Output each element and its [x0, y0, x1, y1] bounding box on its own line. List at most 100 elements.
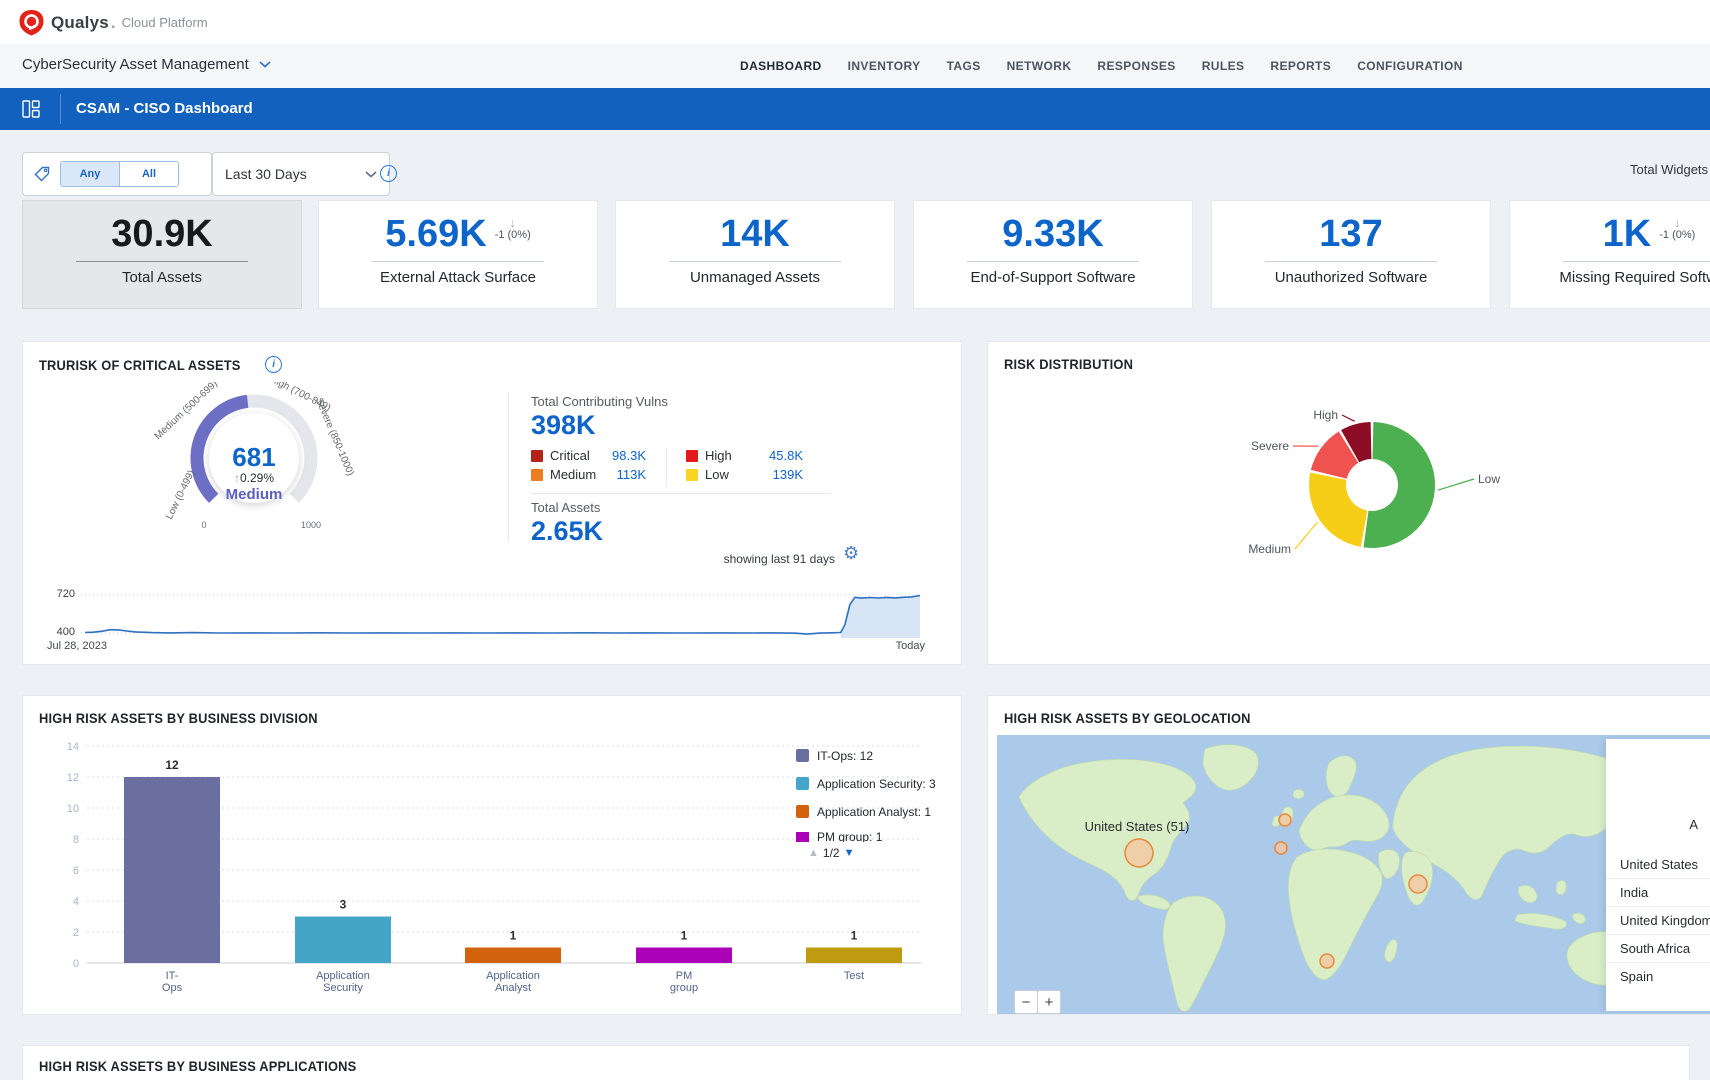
showing-days-note: showing last 91 days [663, 552, 835, 566]
info-icon[interactable]: i [265, 356, 282, 373]
trend-start-date: Jul 28, 2023 [47, 640, 107, 652]
kpi-divider [669, 261, 841, 262]
world-map[interactable]: United States (51) [997, 735, 1710, 1015]
brand-name: Qualys [51, 13, 109, 33]
donut-slice-Low[interactable] [1364, 422, 1435, 548]
svg-text:6: 6 [73, 865, 79, 877]
bar-ApplicationSecurity[interactable] [295, 917, 391, 964]
tab-reports[interactable]: REPORTS [1270, 59, 1331, 73]
legend-swatch [796, 749, 809, 762]
legend-item-clipped[interactable]: PM group: 1 [796, 832, 962, 842]
svg-text:12: 12 [165, 758, 179, 772]
map-bubble-United Kingdom[interactable] [1279, 814, 1291, 826]
qualys-logo-icon [18, 9, 45, 36]
svg-text:Medium: Medium [226, 486, 283, 503]
kpi-value: 9.33K [1002, 214, 1103, 254]
tab-network[interactable]: NETWORK [1007, 59, 1072, 73]
legend-pagination: ▲ 1/2 ▼ [796, 846, 962, 860]
bar-Test[interactable] [806, 948, 902, 964]
legend-swatch [796, 777, 809, 790]
critical-value[interactable]: 98.3K [581, 448, 646, 463]
risk-distribution-donut: LowMediumSevereHigh [1208, 367, 1638, 637]
bar-legend: IT-Ops: 12 Application Security: 3 Appli… [796, 748, 962, 860]
high-value[interactable]: 45.8K [738, 448, 803, 463]
tag-match-all-button[interactable]: All [119, 162, 178, 186]
kpi-label: End-of-Support Software [914, 269, 1192, 286]
svg-text:0: 0 [73, 958, 79, 970]
kpi-external-attack-surface[interactable]: 5.69K ↓-1 (0%) External Attack Surface [318, 200, 598, 309]
date-range-value: Last 30 Days [225, 166, 307, 182]
kpi-label: Unauthorized Software [1212, 269, 1490, 286]
date-range-select[interactable]: Last 30 Days [212, 152, 390, 196]
legend-swatch [796, 805, 809, 818]
date-info-icon[interactable]: i [380, 165, 397, 182]
map-bubble-United States[interactable] [1125, 839, 1153, 867]
kpi-total-assets[interactable]: 30.9K Total Assets [22, 200, 302, 309]
map-zoom-in-button[interactable]: + [1037, 990, 1061, 1014]
legend-item[interactable]: Application Security: 3 [796, 776, 962, 791]
widget-title: TRURISK OF CRITICAL ASSETS [39, 357, 241, 373]
tag-match-any-button[interactable]: Any [61, 162, 119, 186]
donut-slice-Medium[interactable] [1309, 473, 1367, 547]
map-bubble-Spain[interactable] [1275, 842, 1287, 854]
country-row[interactable]: Spain [1606, 963, 1710, 990]
module-picker[interactable]: CyberSecurity Asset Management [22, 56, 271, 73]
kpi-label: Unmanaged Assets [616, 269, 894, 286]
widget-title: HIGH RISK ASSETS BY GEOLOCATION [1004, 710, 1251, 726]
kpi-divider [76, 261, 248, 262]
widget-high-risk-by-business-applications: HIGH RISK ASSETS BY BUSINESS APPLICATION… [22, 1045, 1690, 1080]
high-label: High [705, 448, 732, 463]
total-assets-value: 2.65K [531, 516, 603, 547]
kpi-divider [967, 261, 1139, 262]
page-up-icon[interactable]: ▲ [808, 847, 819, 859]
map-zoom-out-button[interactable]: − [1014, 990, 1038, 1014]
stats-hdivider [531, 493, 831, 494]
gear-icon[interactable]: ⚙ [843, 543, 859, 564]
country-row[interactable]: United Kingdom [1606, 907, 1710, 935]
tab-rules[interactable]: RULES [1202, 59, 1245, 73]
legend-item[interactable]: Application Analyst: 1 [796, 804, 962, 819]
vulns-label: Total Contributing Vulns [531, 394, 668, 409]
map-bubble-South Africa[interactable] [1320, 954, 1334, 968]
trurisk-trend-chart [37, 582, 943, 642]
map-bubble-India[interactable] [1409, 875, 1427, 893]
tab-tags[interactable]: TAGS [947, 59, 981, 73]
country-row[interactable]: South Africa [1606, 935, 1710, 963]
nav-tabs: DASHBOARD INVENTORY TAGS NETWORK RESPONS… [740, 44, 1463, 88]
kpi-end-of-support-software[interactable]: 9.33K End-of-Support Software [913, 200, 1193, 309]
kpi-missing-required-software[interactable]: 1K ↓-1 (0%) Missing Required Software [1509, 200, 1710, 309]
dashboard-grid-icon[interactable] [22, 100, 40, 118]
widget-title: HIGH RISK ASSETS BY BUSINESS DIVISION [39, 710, 318, 726]
page-down-icon[interactable]: ▼ [844, 847, 855, 859]
medium-value[interactable]: 113K [581, 467, 646, 482]
tab-inventory[interactable]: INVENTORY [848, 59, 921, 73]
country-row[interactable]: India [1606, 879, 1710, 907]
geo-panel-column-header: A [1606, 817, 1710, 837]
svg-text:1: 1 [681, 929, 688, 943]
svg-text:10: 10 [67, 803, 79, 815]
appbar-separator [60, 94, 61, 124]
bar-ApplicationAnalyst[interactable] [465, 948, 561, 964]
kpi-unmanaged-assets[interactable]: 14K Unmanaged Assets [615, 200, 895, 309]
widget-high-risk-by-business-division: HIGH RISK ASSETS BY BUSINESS DIVISION 02… [22, 695, 962, 1015]
svg-text:ApplicationSecurity: ApplicationSecurity [316, 970, 370, 994]
svg-text:PMgroup: PMgroup [670, 970, 698, 994]
legend-divider [666, 448, 667, 486]
svg-text:Medium: Medium [1248, 542, 1291, 556]
svg-text:High: High [1313, 408, 1338, 422]
trurisk-gauge: 681↑0.29%Medium01000Low (0-499)Medium (5… [103, 382, 403, 582]
brand-dot: . [111, 13, 116, 33]
bar-PMgroup[interactable] [636, 948, 732, 964]
low-value[interactable]: 139K [738, 467, 803, 482]
tab-dashboard[interactable]: DASHBOARD [740, 59, 822, 73]
tab-configuration[interactable]: CONFIGURATION [1357, 59, 1463, 73]
kpi-unauthorized-software[interactable]: 137 Unauthorized Software [1211, 200, 1491, 309]
stats-divider [508, 392, 509, 542]
bar-IT-Ops[interactable] [124, 777, 220, 963]
country-row[interactable]: United States [1606, 851, 1710, 879]
legend-item[interactable]: IT-Ops: 12 [796, 748, 962, 763]
top-header: Qualys. Cloud Platform [0, 0, 1710, 44]
svg-text:12: 12 [67, 772, 79, 784]
critical-swatch [531, 450, 543, 462]
tab-responses[interactable]: RESPONSES [1097, 59, 1175, 73]
